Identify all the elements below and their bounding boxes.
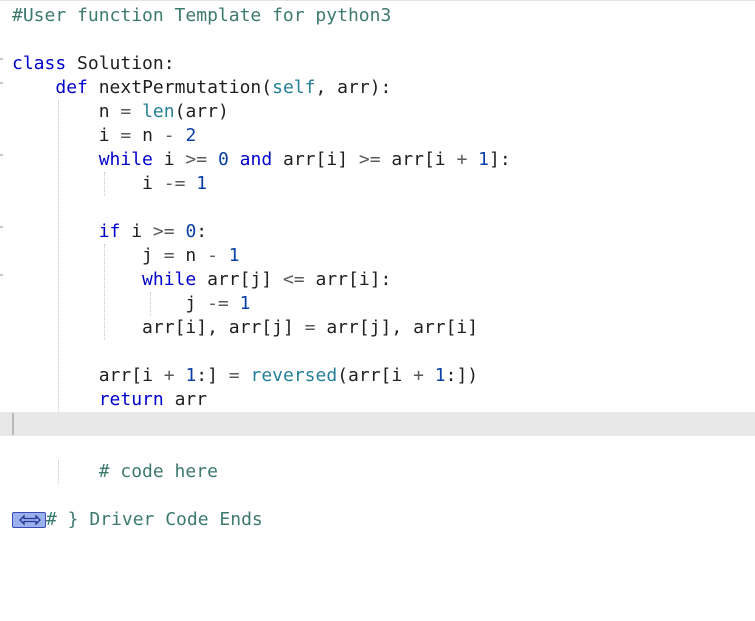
code-line[interactable]: j -= 1 [0,292,755,316]
code-line[interactable] [0,196,755,220]
code-text: #User function Template for python3 [12,5,392,26]
code-line[interactable]: i -= 1 [0,172,755,196]
code-text: # code here [98,461,218,482]
text-cursor [12,413,14,435]
code-text: n = len(arr) [98,101,229,122]
code-text: j -= 1 [185,293,251,314]
code-text: def nextPermutation(self, arr): [55,77,392,98]
code-text: return arr [98,389,208,410]
code-line[interactable]: arr[i + 1:] = reversed(arr[i + 1:]) [0,364,755,388]
code-text: j = n - 1 [142,245,240,266]
code-line[interactable] [0,484,755,508]
code-text: i -= 1 [142,173,208,194]
code-line[interactable]: j = n - 1 [0,244,755,268]
code-text: while arr[j] <= arr[i]: [142,269,392,290]
code-line[interactable]: #User function Template for python3 [0,4,755,28]
code-line[interactable] [0,340,755,364]
code-line[interactable]: while arr[j] <= arr[i]: [0,268,755,292]
fold-expand-icon[interactable] [12,512,46,528]
code-line[interactable]: return arr [0,388,755,412]
code-editor[interactable]: #User function Template for python3 class… [0,0,755,621]
code-text: while i >= 0 and arr[i] >= arr[i + 1]: [98,149,511,170]
code-line[interactable] [0,28,755,52]
code-text: arr[i + 1:] = reversed(arr[i + 1:]) [98,365,479,386]
code-line[interactable]: class Solution: [0,52,755,76]
code-line[interactable] [0,412,755,436]
code-line[interactable]: # code here [0,460,755,484]
code-text: class Solution: [12,53,175,74]
code-text: if i >= 0: [98,221,208,242]
code-line[interactable]: # } Driver Code Ends [0,508,755,532]
code-line[interactable]: if i >= 0: [0,220,755,244]
code-text: # } Driver Code Ends [46,509,263,530]
code-text: i = n - 2 [98,125,197,146]
code-line[interactable]: while i >= 0 and arr[i] >= arr[i + 1]: [0,148,755,172]
code-line[interactable]: def nextPermutation(self, arr): [0,76,755,100]
code-line[interactable] [0,436,755,460]
code-line[interactable]: n = len(arr) [0,100,755,124]
code-line[interactable]: i = n - 2 [0,124,755,148]
code-line[interactable]: arr[i], arr[j] = arr[j], arr[i] [0,316,755,340]
code-text: arr[i], arr[j] = arr[j], arr[i] [142,317,479,338]
